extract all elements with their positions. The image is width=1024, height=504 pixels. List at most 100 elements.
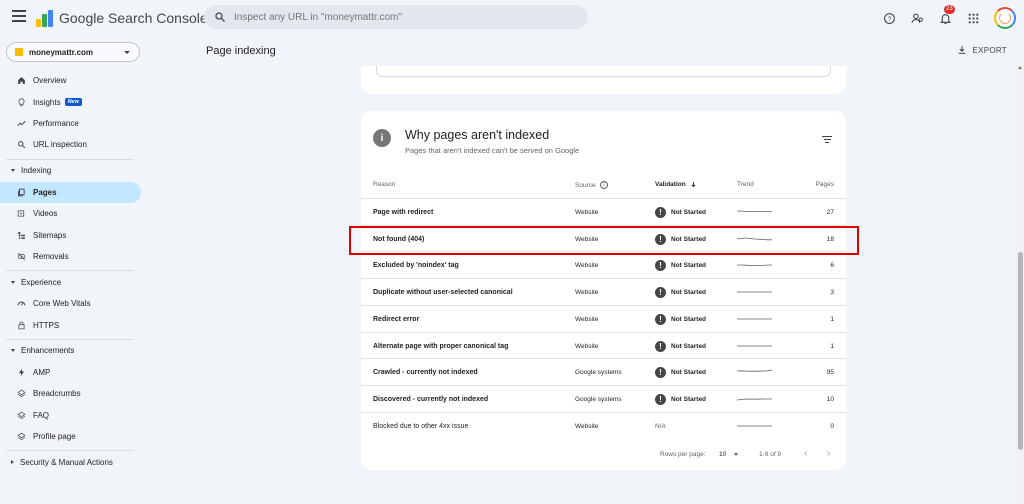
sidebar-item-label: Sitemaps bbox=[33, 230, 67, 240]
row-trend-sparkline bbox=[737, 421, 772, 431]
column-header-validation[interactable]: Validation bbox=[655, 181, 697, 188]
home-icon bbox=[16, 76, 26, 86]
help-icon[interactable]: ? bbox=[882, 11, 896, 25]
row-trend-sparkline bbox=[737, 341, 772, 351]
column-header-source[interactable]: Source ? bbox=[575, 181, 608, 189]
sidebar-item-label: Core Web Vitals bbox=[33, 299, 91, 309]
property-name: moneymattr.com bbox=[29, 47, 94, 57]
table-row[interactable]: Discovered - currently not indexed Google… bbox=[361, 384, 846, 412]
section-enhancements[interactable]: Enhancements bbox=[0, 340, 150, 362]
caret-down-icon bbox=[11, 349, 15, 353]
manage-users-icon[interactable] bbox=[910, 11, 924, 25]
validation-status: Not Started bbox=[671, 315, 707, 323]
row-trend-sparkline bbox=[736, 394, 772, 404]
svg-text:?: ? bbox=[887, 15, 891, 22]
sidebar-item-label: Videos bbox=[33, 209, 58, 219]
sidebar-item-pages[interactable]: Pages bbox=[0, 181, 141, 203]
sidebar-item-performance[interactable]: Performance bbox=[0, 113, 141, 134]
bolt-icon bbox=[16, 368, 26, 378]
caret-down-icon bbox=[11, 169, 15, 173]
sparkline-path bbox=[736, 369, 773, 372]
table-row[interactable]: Blocked due to other 4xx issue Website N/A… bbox=[361, 411, 846, 439]
row-pages-count: 1 bbox=[830, 315, 834, 323]
warning-icon: ! bbox=[655, 313, 666, 325]
sidebar-item-url-inspection[interactable]: URL inspection bbox=[0, 134, 141, 155]
row-validation: ! Not Started bbox=[655, 207, 706, 218]
table-header: Reason Source ? Validation Trend Pages bbox=[361, 173, 846, 195]
table-row[interactable]: Crawled - currently not indexed Google sy… bbox=[361, 358, 846, 385]
sidebar-item-sitemaps[interactable]: Sitemaps bbox=[0, 224, 141, 245]
column-header-reason[interactable]: Reason bbox=[373, 181, 395, 188]
trending-up-icon bbox=[16, 118, 26, 128]
table-row[interactable]: Duplicate without user-selected canonica… bbox=[361, 278, 846, 305]
notifications-icon[interactable]: 23 bbox=[938, 5, 955, 25]
section-indexing[interactable]: Indexing bbox=[0, 160, 150, 182]
top-bar: Google Search Console ? 23 bbox=[0, 0, 1024, 36]
row-reason: Redirect error bbox=[373, 315, 420, 323]
previous-card-chart-box bbox=[376, 66, 831, 77]
sidebar-item-removals[interactable]: Removals bbox=[0, 246, 141, 267]
table-row[interactable]: Alternate page with proper canonical tag… bbox=[361, 331, 846, 359]
row-reason: Duplicate without user-selected canonica… bbox=[373, 289, 513, 297]
sidebar-item-videos[interactable]: Videos bbox=[0, 203, 141, 224]
apps-grid-icon[interactable] bbox=[966, 11, 980, 25]
column-header-pages[interactable]: Pages bbox=[816, 181, 834, 188]
sidebar-item-label: FAQ bbox=[33, 410, 50, 420]
app-title[interactable]: Google Search Console bbox=[59, 10, 208, 26]
chevron-down-icon[interactable] bbox=[734, 453, 738, 456]
chevron-right-icon[interactable]: › bbox=[827, 448, 830, 459]
property-icon bbox=[15, 48, 23, 56]
search-console-logo[interactable] bbox=[36, 9, 54, 27]
sparkline-path bbox=[737, 210, 772, 212]
export-button[interactable]: EXPORT bbox=[957, 45, 1007, 55]
row-validation: ! Not Started bbox=[655, 287, 707, 299]
property-selector[interactable]: moneymattr.com bbox=[6, 42, 140, 62]
section-experience[interactable]: Experience bbox=[0, 271, 150, 293]
download-icon bbox=[959, 46, 966, 54]
row-validation: ! Not Started bbox=[655, 367, 707, 379]
sidebar-item-breadcrumbs[interactable]: Breadcrumbs bbox=[0, 383, 141, 404]
rows-per-page-select[interactable]: 10 bbox=[719, 451, 726, 458]
validation-status: Not Started bbox=[671, 342, 707, 350]
row-source: Google systems bbox=[575, 395, 622, 403]
account-avatar[interactable] bbox=[994, 7, 1016, 29]
sidebar-item-label: Overview bbox=[33, 76, 67, 86]
table-row[interactable]: Redirect error Website! Not Started 1 bbox=[361, 304, 846, 332]
section-label: Indexing bbox=[21, 166, 52, 176]
validation-status: Not Started bbox=[671, 289, 707, 297]
scroll-up-arrow[interactable] bbox=[1018, 66, 1022, 69]
menu-icon[interactable] bbox=[12, 10, 26, 24]
sidebar-item-core-web-vitals[interactable]: Core Web Vitals bbox=[0, 293, 141, 314]
video-icon bbox=[16, 209, 26, 219]
column-header-label: Validation bbox=[655, 181, 686, 188]
row-reason: Blocked due to other 4xx issue bbox=[373, 422, 469, 430]
row-reason: Crawled - currently not indexed bbox=[373, 369, 478, 377]
page-scrollbar[interactable] bbox=[1016, 64, 1024, 504]
warning-icon: ! bbox=[655, 207, 666, 218]
search-input[interactable] bbox=[234, 11, 574, 23]
scroll-thumb[interactable] bbox=[1017, 252, 1023, 450]
rows-per-page-label: Rows per page: bbox=[660, 451, 706, 458]
sidebar-item-overview[interactable]: Overview bbox=[0, 70, 141, 91]
sidebar-item-insights[interactable]: Insights New bbox=[0, 91, 141, 112]
filter-icon[interactable] bbox=[822, 136, 832, 144]
sidebar-item-profile-page[interactable]: Profile page bbox=[0, 426, 141, 447]
layers-icon bbox=[16, 432, 26, 442]
section-label: Security & Manual Actions bbox=[20, 457, 113, 467]
row-pages-count: 6 bbox=[830, 262, 834, 270]
table-row[interactable]: Page with redirect Website! Not Started 27 bbox=[361, 198, 846, 225]
section-security-manual-actions[interactable]: Security & Manual Actions bbox=[0, 451, 150, 473]
url-inspection-search[interactable] bbox=[204, 5, 588, 29]
sidebar-item-faq[interactable]: FAQ bbox=[0, 405, 141, 426]
card-title: Why pages aren't indexed bbox=[405, 128, 550, 142]
speed-icon bbox=[16, 299, 26, 309]
chevron-left-icon[interactable]: ‹ bbox=[804, 448, 807, 459]
help-icon[interactable]: ? bbox=[599, 181, 608, 189]
row-source: Website bbox=[575, 262, 599, 270]
validation-status: Not Started bbox=[671, 369, 707, 377]
sidebar-item-amp[interactable]: AMP bbox=[0, 362, 141, 383]
sidebar-item-https[interactable]: HTTPS bbox=[0, 315, 141, 336]
row-trend-sparkline bbox=[737, 207, 772, 217]
row-trend-sparkline bbox=[737, 314, 772, 324]
table-row[interactable]: Excluded by 'noindex' tag Website! Not Sta… bbox=[361, 251, 846, 278]
